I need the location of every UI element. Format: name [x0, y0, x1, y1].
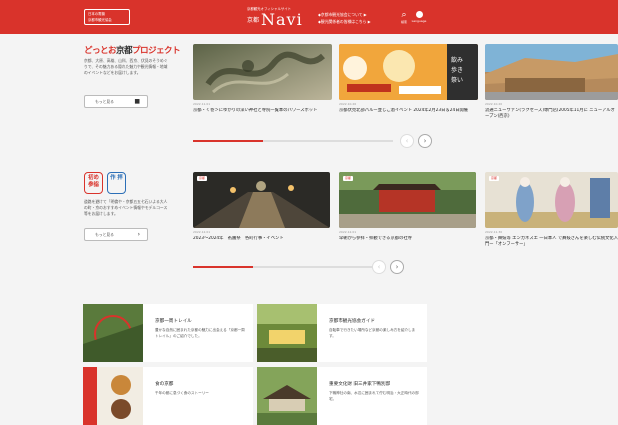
card-date: 2022.10.26 [339, 102, 357, 106]
section-description: 道路を避けて「明倫や・京都五五七石いよる大人の町・京のおすすめイベント情報やモデ… [84, 199, 168, 216]
arrow-right-icon: › [137, 231, 140, 238]
category-tag: 京都 [343, 176, 354, 181]
card-title: 京都・舞妓等 エンカネスエ 一日本人 で舞妓さんを楽しむ伝統文化入門ー「オンフー… [485, 236, 618, 248]
language-button[interactable]: Language [411, 10, 427, 28]
stamp-icon: 初め 参詣 [84, 172, 103, 194]
guide-image [83, 367, 143, 425]
card-title: 流通ニューヴァン(ラクセーズ)専門店(2005年11月に ニューアルオープン(西… [485, 108, 615, 120]
language-label: Language [411, 19, 427, 23]
project-description: 京都、大原、高雄、山科、西京、伏見のそうめぐりで、その魅力ある隠れた魅力や観光情… [84, 58, 168, 75]
site-header: 日本の電機 京都市観光協会 京都観光オフィシャルサイト 京都 Navi ◆京都市… [0, 0, 618, 34]
carousel-next-button[interactable]: › [390, 260, 404, 274]
search-button[interactable]: ⌕ 検索 [396, 10, 412, 28]
search-label: 検索 [400, 20, 407, 24]
card-date: 2022.11.01 [193, 102, 211, 106]
card-title: 京都伏見北部パルー並じご酒イベント 2024年2月23日＆24日開催 [339, 108, 469, 113]
carousel-progress-fill [193, 266, 253, 268]
guide-card[interactable]: 重要文化財 旧三井家下鴨別邸 下鴨神社の南、水辺に囲まれて佇む明治・大正時代の邸… [257, 367, 427, 425]
svg-text:歩き: 歩き [451, 66, 463, 74]
guide-title: 重要文化財 旧三井家下鴨別邸 [329, 382, 391, 387]
category-tag: 京都 [197, 176, 208, 181]
more-label: もっと見る [95, 232, 114, 237]
card-image [193, 172, 330, 228]
card-date: 2022.12.01 [193, 230, 211, 234]
card-image [485, 172, 618, 228]
card-title: 早朝から参拝・拝観できる京都の社寺 [339, 236, 412, 241]
carousel-prev-button[interactable]: ‹ [400, 134, 414, 148]
card-title: 2023〜2024年 祇園祭 各町行事・イベント [193, 236, 284, 241]
guide-image [83, 304, 143, 362]
more-button[interactable]: もっと見る ■ [84, 95, 148, 108]
arrow-right-icon: ■ [134, 98, 140, 105]
card-image [193, 44, 332, 100]
card-date: 2022.11.30 [485, 230, 503, 234]
guide-image [257, 304, 317, 362]
svg-text:祭い: 祭い [451, 76, 463, 84]
logo-main: Navi [261, 10, 303, 29]
guide-image [257, 367, 317, 425]
card-image: 飲み 歩き 祭い [339, 44, 478, 100]
site-logo[interactable]: 京都観光オフィシャルサイト 京都 Navi [247, 6, 307, 30]
association-badge[interactable]: 日本の電機 京都市観光協会 [84, 9, 130, 25]
globe-icon [415, 11, 423, 18]
industry-link[interactable]: ◆観光関係者の皆様はこちら ▶ [318, 19, 371, 25]
guide-description: 自転車で行きたい場所など京都の楽しみ方を紹介します。 [329, 328, 416, 338]
badge-line2: 京都市観光協会 [88, 18, 112, 22]
title-part2: 京都 [115, 46, 133, 56]
carousel-progress-fill [193, 140, 263, 142]
guide-card[interactable]: 食の京都 千年の都に息づく食のストーリー [83, 367, 253, 425]
guide-description: 千年の都に息づく食のストーリー [155, 391, 209, 395]
card-image [485, 44, 618, 100]
carousel-prev-button[interactable]: ‹ [372, 260, 386, 274]
project-title: どっとお京都プロジェクト [84, 44, 181, 56]
stamp-icon: 作 拝 [107, 172, 126, 194]
card-date: 2022.10.20 [485, 102, 503, 106]
title-part1: どっとお [84, 46, 117, 56]
guide-description: 下鴨神社の南、水辺に囲まれて佇む明治・大正時代の邸宅。 [329, 391, 419, 401]
about-association-link[interactable]: ◆京都市観光協会について ▶ [318, 12, 367, 18]
carousel-next-button[interactable]: › [418, 134, 432, 148]
more-label: もっと見る [95, 99, 114, 104]
guide-title: 食の京都 [155, 382, 174, 387]
category-tag: 京都 [489, 176, 500, 181]
card-date: 2022.12.01 [339, 230, 357, 234]
carousel-progress [193, 266, 379, 268]
guide-description: 豊かな自然に囲まれた京都の魅力に出会える「京都一周トレイル」のご紹介でした。 [155, 328, 245, 338]
card-image [339, 172, 476, 228]
guide-card[interactable]: 京都一周トレイル 豊かな自然に囲まれた京都の魅力に出会える「京都一周トレイル」の… [83, 304, 253, 362]
carousel-progress [193, 140, 393, 142]
card-title: 京都・く巻＞にゆかりの深い神社と寺院一覧本のパワースポット [193, 108, 318, 113]
guide-title: 京都一周トレイル [155, 319, 192, 324]
search-icon: ⌕ [401, 10, 407, 20]
more-button[interactable]: もっと見る › [84, 228, 148, 241]
guide-card[interactable]: 京都市観光協会ガイド 自転車で行きたい場所など京都の楽しみ方を紹介します。 [257, 304, 427, 362]
logo-kanji: 京都 [247, 17, 260, 24]
guide-title: 京都市観光協会ガイド [329, 319, 375, 324]
title-part3: プロジェクト [131, 46, 181, 56]
svg-text:飲み: 飲み [451, 56, 463, 64]
